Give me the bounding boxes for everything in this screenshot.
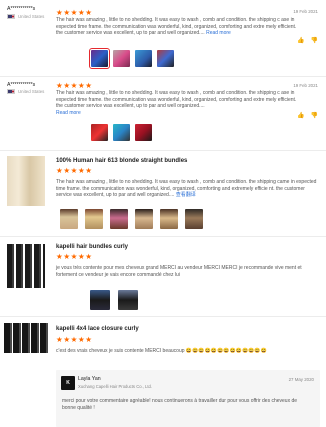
review-body: c'est des vrais cheveux je suis contente… xyxy=(56,348,185,354)
review-photos xyxy=(89,48,174,69)
review-photos xyxy=(60,209,203,229)
review-date: 19 Feb 2021 xyxy=(293,83,318,88)
translate-link[interactable]: 查看翻译 xyxy=(176,192,196,198)
reply-store-name: Xuchang Capelli Hair Products Co., Ltd. xyxy=(78,384,153,389)
emoji-row: 😄😄😄😄😄😄😄😄😄😄😄😄😄 xyxy=(185,348,267,354)
review-body: The hair was amazing , little to no shed… xyxy=(56,17,297,36)
review-photo[interactable] xyxy=(157,50,174,67)
product-thumbnail[interactable] xyxy=(7,156,45,206)
review-body: The hair was amazing , little to no shed… xyxy=(56,90,297,109)
reviewer-name: A***********s xyxy=(7,6,36,12)
star-rating: ★★★★★ xyxy=(56,166,93,175)
review-photo[interactable] xyxy=(185,209,203,229)
product-title[interactable]: kapelli 4x4 lace closure curly xyxy=(56,325,139,333)
review-photo[interactable] xyxy=(135,124,152,141)
reviewer-country: United States xyxy=(7,89,44,95)
review-text: The hair was amazing , little to no shed… xyxy=(56,17,302,37)
thumb-down-icon[interactable]: 👎 xyxy=(311,112,318,120)
product-thumbnail[interactable] xyxy=(4,323,49,353)
us-flag-icon xyxy=(7,89,15,95)
review-photo[interactable] xyxy=(85,209,103,229)
star-rating: ★★★★★ xyxy=(56,8,93,17)
product-review: kapelli 4x4 lace closure curly ★★★★★ c'e… xyxy=(0,316,326,427)
reviewer-country: United States xyxy=(7,14,44,20)
review-text: The hair was amazing , little to no shed… xyxy=(56,179,318,199)
review-text: c'est des vrais cheveux je suis contente… xyxy=(56,348,318,355)
country-label: United States xyxy=(18,14,45,19)
reviewer-name: A***********s xyxy=(7,82,36,88)
seller-reply: K Layla Yan Xuchang Capelli Hair Product… xyxy=(56,370,320,427)
star-rating: ★★★★★ xyxy=(56,252,93,261)
review-photo[interactable] xyxy=(135,209,153,229)
review-photo[interactable] xyxy=(60,209,78,229)
product-review: 100% Human hair 613 blonde straight bund… xyxy=(0,150,326,238)
star-rating: ★★★★★ xyxy=(56,81,93,90)
feedback-icons: 👍 👎 xyxy=(297,37,318,45)
product-review: kapelli hair bundles curly ★★★★★ je vous… xyxy=(0,236,326,316)
read-more-link[interactable]: Read more xyxy=(56,110,81,116)
review-card: A***********s United States ★★★★★ 19 Feb… xyxy=(0,76,326,154)
country-label: United States xyxy=(18,89,45,94)
review-text: je vous très contente pour mes cheveux g… xyxy=(56,265,302,278)
star-rating: ★★★★★ xyxy=(56,335,93,344)
store-logo: K xyxy=(61,376,75,390)
review-photo[interactable] xyxy=(113,50,130,67)
read-more-link[interactable]: Read more xyxy=(206,30,231,36)
review-text: The hair was amazing , little to no shed… xyxy=(56,90,302,116)
review-photo[interactable] xyxy=(160,209,178,229)
thumb-up-icon[interactable]: 👍 xyxy=(297,112,304,120)
reply-date: 27 May 2020 xyxy=(288,377,314,382)
review-date: 19 Feb 2021 xyxy=(293,9,318,14)
review-photos xyxy=(90,290,138,310)
review-photo[interactable] xyxy=(113,124,130,141)
review-photos xyxy=(91,124,152,141)
review-photo[interactable] xyxy=(110,209,128,229)
review-card: A***********s United States ★★★★★ 19 Feb… xyxy=(0,0,326,78)
thumb-down-icon[interactable]: 👎 xyxy=(311,37,318,45)
product-thumbnail[interactable] xyxy=(7,244,45,288)
thumb-up-icon[interactable]: 👍 xyxy=(297,37,304,45)
review-photo[interactable] xyxy=(91,124,108,141)
us-flag-icon xyxy=(7,14,15,20)
review-photo[interactable] xyxy=(135,50,152,67)
reply-author: Layla Yan xyxy=(78,376,101,382)
feedback-icons: 👍 👎 xyxy=(297,112,318,120)
reply-text: merci pour votre commentaire agréable! n… xyxy=(62,398,298,411)
reviewer-info: A***********s xyxy=(7,82,35,89)
product-title[interactable]: 100% Human hair 613 blonde straight bund… xyxy=(56,157,187,165)
product-title[interactable]: kapelli hair bundles curly xyxy=(56,243,128,251)
review-photo[interactable] xyxy=(118,290,138,310)
review-photo[interactable] xyxy=(90,290,110,310)
reviewer-info: A***********s xyxy=(7,6,35,13)
review-photo[interactable] xyxy=(89,48,110,69)
